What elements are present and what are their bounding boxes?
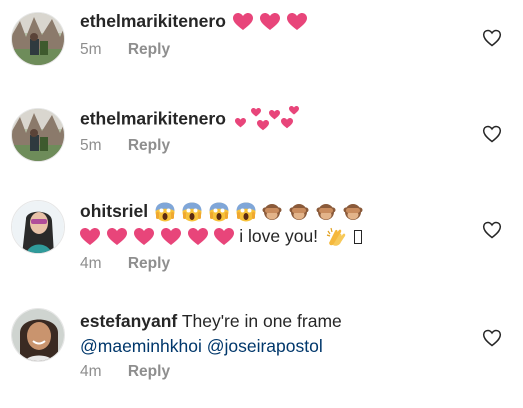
comment-item: ethelmarikitenero 5m Reply xyxy=(0,0,523,100)
comment-timestamp: 4m xyxy=(80,255,102,272)
comment-username[interactable]: ohitsriel xyxy=(80,201,148,221)
screaming-face-icon xyxy=(155,202,175,222)
reply-button[interactable]: Reply xyxy=(128,137,170,154)
see-no-evil-monkey-icon xyxy=(343,202,363,222)
heart-pink-icon xyxy=(133,228,154,246)
like-heart-outline-icon[interactable] xyxy=(482,220,502,240)
heart-pink-icon xyxy=(259,13,280,31)
heart-pink-icon xyxy=(80,228,100,246)
comment-item: ohitsriel i love you! 4m Reply xyxy=(0,192,523,302)
avatar[interactable] xyxy=(11,308,65,362)
comment-timestamp: 5m xyxy=(80,137,102,154)
comment-username[interactable]: ethelmarikitenero xyxy=(80,109,226,129)
mention-link[interactable]: @maeminhkhoi xyxy=(80,336,202,356)
mention-link[interactable]: @joseirapostol xyxy=(207,336,323,356)
heart-pink-icon xyxy=(187,228,208,246)
like-heart-outline-icon[interactable] xyxy=(482,124,502,144)
heart-pink-icon xyxy=(160,228,181,246)
heart-pink-icon xyxy=(232,13,253,31)
comment-item: estefanyanf They're in one frame @maemin… xyxy=(0,300,523,408)
heart-pink-icon xyxy=(106,228,127,246)
reply-button[interactable]: Reply xyxy=(128,363,170,380)
clapping-hands-icon xyxy=(325,227,347,247)
see-no-evil-monkey-icon xyxy=(316,202,336,222)
screaming-face-icon xyxy=(209,202,229,222)
comment-timestamp: 4m xyxy=(80,363,102,380)
floating-hearts-icon xyxy=(233,106,303,134)
see-no-evil-monkey-icon xyxy=(289,202,309,222)
heart-pink-icon xyxy=(214,228,235,246)
comment-username[interactable]: ethelmarikitenero xyxy=(80,11,226,31)
see-no-evil-monkey-icon xyxy=(262,202,282,222)
heart-pink-icon xyxy=(286,13,307,31)
like-heart-outline-icon[interactable] xyxy=(482,328,502,348)
avatar[interactable] xyxy=(11,108,65,162)
reply-button[interactable]: Reply xyxy=(128,255,170,272)
comment-text: They're in one frame xyxy=(181,311,342,331)
comment-text: i love you! xyxy=(239,226,319,246)
comment-timestamp: 5m xyxy=(80,41,102,58)
comment-username[interactable]: estefanyanf xyxy=(80,311,177,331)
like-heart-outline-icon[interactable] xyxy=(482,28,502,48)
comment-item: ethelmarikitenero 5m Reply xyxy=(0,96,523,196)
screaming-face-icon xyxy=(236,202,256,222)
avatar[interactable] xyxy=(11,200,65,254)
screaming-face-icon xyxy=(182,202,202,222)
avatar[interactable] xyxy=(11,12,65,66)
missing-glyph-icon xyxy=(353,230,362,245)
reply-button[interactable]: Reply xyxy=(128,41,170,58)
